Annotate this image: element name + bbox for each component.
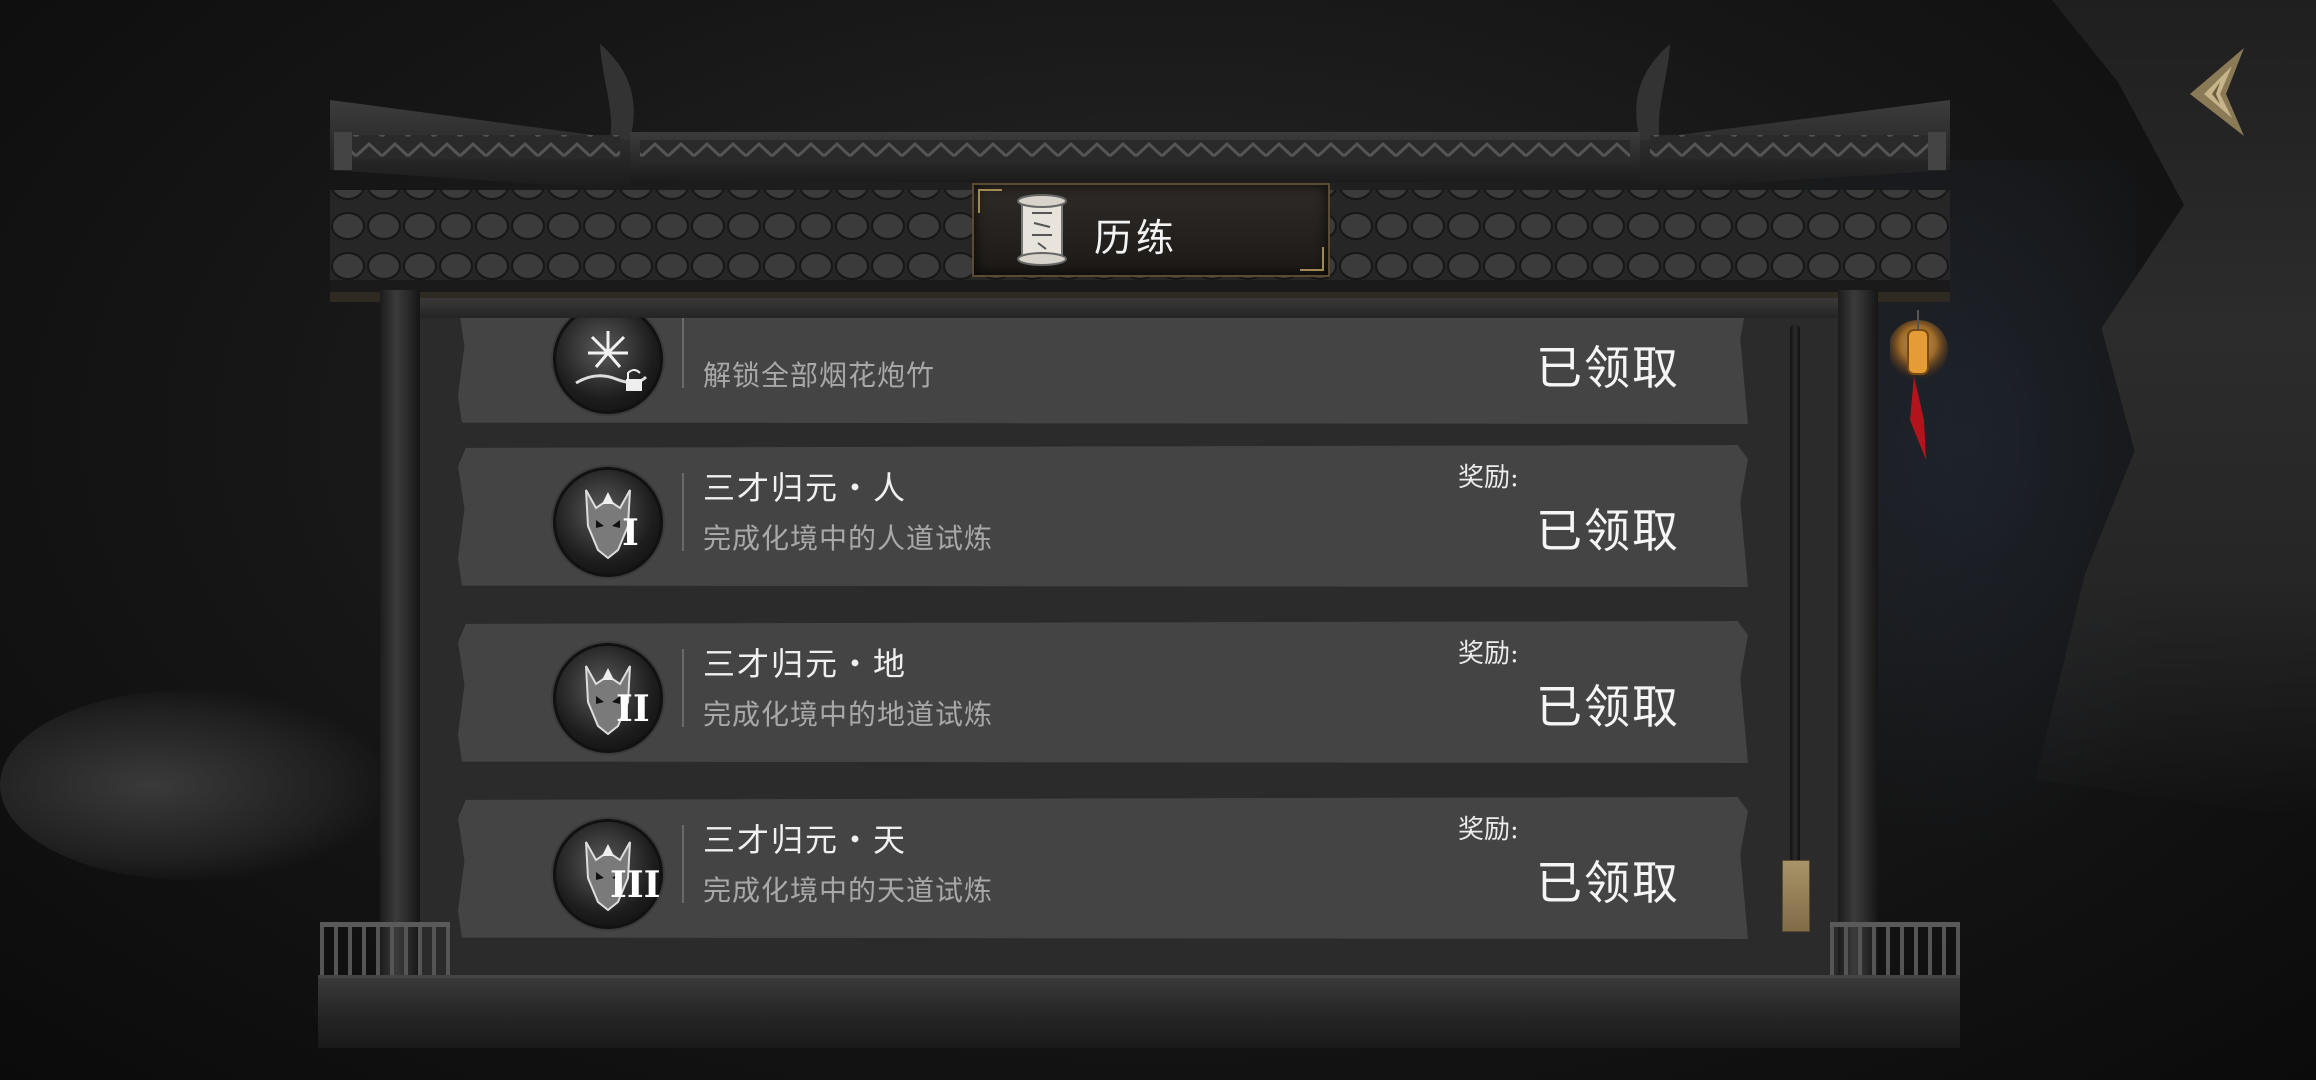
reward-label: 奖励: [1458, 463, 1519, 493]
achievement-list[interactable]: 解锁全部烟花炮竹 已领取 I 三才归元・人 完成化境中的人道试炼 奖励: 已领取 [440, 318, 1770, 954]
back-button[interactable] [2182, 44, 2254, 140]
claimed-status[interactable]: 已领取 [1536, 671, 1680, 737]
achievement-title: 三才归元・地 [703, 645, 908, 683]
back-arrow-icon [2190, 48, 2244, 136]
scrollbar-thumb[interactable] [1782, 860, 1810, 932]
list-item: 解锁全部烟花炮竹 已领取 [458, 318, 1748, 424]
reward-label: 奖励: [1458, 639, 1519, 669]
right-pillar [1838, 290, 1878, 1008]
left-pillar [380, 290, 420, 1008]
scrollbar-track[interactable] [1790, 325, 1800, 930]
badge-numeral: II [616, 688, 650, 730]
item-divider [682, 825, 684, 903]
item-divider [682, 318, 684, 388]
list-item: III 三才归元・天 完成化境中的天道试炼 奖励: 已领取 [458, 797, 1748, 939]
achievement-title: 三才归元・人 [703, 469, 908, 507]
item-divider [682, 473, 684, 551]
demon-mask-icon [585, 489, 631, 560]
list-item: II 三才归元・地 完成化境中的地道试炼 奖励: 已领取 [458, 621, 1748, 763]
plaque-corner-ornament [978, 189, 1002, 213]
achievement-badge [553, 318, 663, 414]
achievement-badge: I [553, 467, 663, 577]
achievement-description: 完成化境中的地道试炼 [703, 698, 994, 731]
fireworks-icon [575, 331, 648, 391]
reward-label: 奖励: [1458, 815, 1519, 845]
page-title: 历练 [1094, 216, 1179, 260]
achievement-title: 三才归元・天 [703, 821, 908, 859]
achievement-badge: II [553, 643, 663, 753]
badge-numeral: III [610, 864, 661, 906]
scroll-icon [1017, 194, 1067, 266]
achievement-badge: III [553, 819, 663, 929]
badge-numeral: I [622, 512, 639, 554]
background-rock-left [0, 690, 380, 880]
claimed-status[interactable]: 已领取 [1536, 332, 1680, 398]
lantern-icon [1890, 310, 1948, 460]
top-beam [400, 298, 1860, 320]
achievement-description: 完成化境中的人道试炼 [703, 522, 994, 555]
claimed-status[interactable]: 已领取 [1536, 847, 1680, 913]
achievement-description: 完成化境中的天道试炼 [703, 874, 994, 907]
item-divider [682, 649, 684, 727]
title-plaque: 历练 [972, 183, 1330, 277]
achievement-description: 解锁全部烟花炮竹 [703, 359, 936, 392]
claimed-status[interactable]: 已领取 [1536, 495, 1680, 561]
list-item: I 三才归元・人 完成化境中的人道试炼 奖励: 已领取 [458, 445, 1748, 587]
shrine-floor [318, 975, 1960, 1048]
plaque-corner-ornament [1300, 247, 1324, 271]
